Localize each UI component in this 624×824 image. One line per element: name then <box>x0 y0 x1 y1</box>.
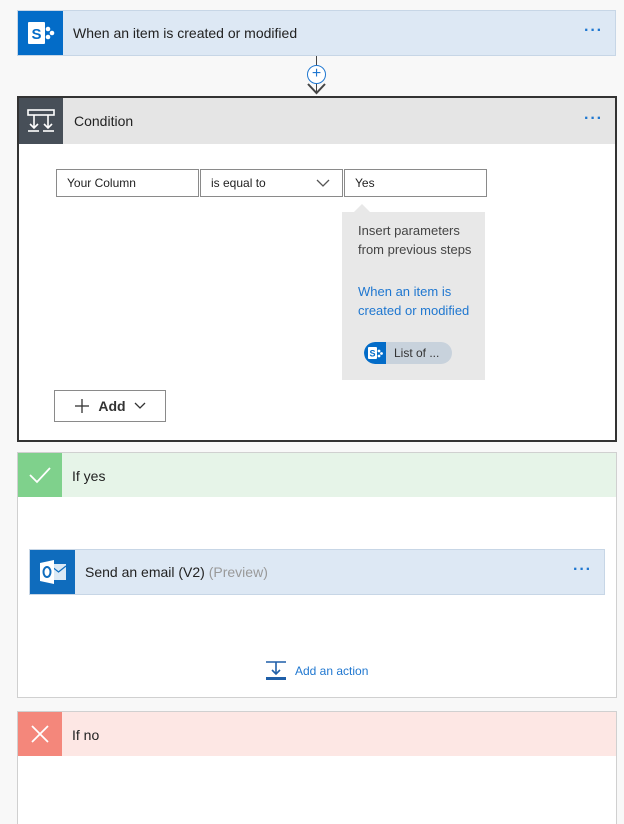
condition-right-field[interactable]: Yes <box>344 169 487 197</box>
plus-icon <box>75 399 90 413</box>
trigger-card[interactable]: S When an item is created or modified ··… <box>17 10 616 56</box>
condition-left-field[interactable]: Your Column <box>56 169 199 197</box>
popup-hint: Insert parameters from previous steps <box>358 223 472 257</box>
add-action-label: Add an action <box>295 664 369 678</box>
condition-title: Condition <box>74 113 134 129</box>
chevron-down-icon <box>134 402 146 409</box>
dynamic-content-chip[interactable]: S List of ... <box>364 342 452 364</box>
if-yes-header[interactable]: If yes <box>18 453 616 497</box>
if-no-title: If no <box>72 727 100 743</box>
close-icon <box>18 712 62 756</box>
add-action-button[interactable]: Add an action <box>265 660 368 682</box>
check-icon <box>18 453 62 497</box>
if-yes-title: If yes <box>72 468 106 484</box>
chevron-down-icon <box>316 179 330 187</box>
dynamic-content-popup: Insert parameters from previous steps Wh… <box>342 204 485 380</box>
action-title-text: Send an email (V2) <box>85 564 205 580</box>
trigger-menu-button[interactable]: ··· <box>584 22 603 40</box>
svg-text:S: S <box>369 349 375 359</box>
condition-menu-button[interactable]: ··· <box>584 110 603 128</box>
action-title: Send an email (V2) (Preview) <box>85 564 268 580</box>
popup-source-heading: When an item is created or modified <box>358 284 470 318</box>
action-menu-button[interactable]: ··· <box>573 561 592 579</box>
svg-text:S: S <box>31 26 41 43</box>
outlook-icon <box>30 550 75 594</box>
trigger-title: When an item is created or modified <box>73 25 298 41</box>
add-condition-button[interactable]: Add <box>54 390 166 422</box>
if-no-header[interactable]: If no <box>18 712 616 756</box>
condition-icon <box>19 98 63 144</box>
send-email-action-card[interactable]: Send an email (V2) (Preview) ··· <box>29 549 605 595</box>
condition-header[interactable]: Condition ··· <box>19 98 615 144</box>
preview-badge: (Preview) <box>208 564 268 580</box>
if-no-branch: If no <box>17 711 617 824</box>
operator-label: is equal to <box>211 176 266 190</box>
condition-operator-select[interactable]: is equal to <box>200 169 343 197</box>
sharepoint-icon: S <box>18 11 63 55</box>
add-action-icon <box>266 661 286 680</box>
popup-arrow <box>354 204 370 212</box>
connector-arrow-icon <box>307 83 326 95</box>
sharepoint-icon: S <box>364 342 386 364</box>
add-label: Add <box>98 398 126 414</box>
chip-label: List of ... <box>394 346 440 360</box>
